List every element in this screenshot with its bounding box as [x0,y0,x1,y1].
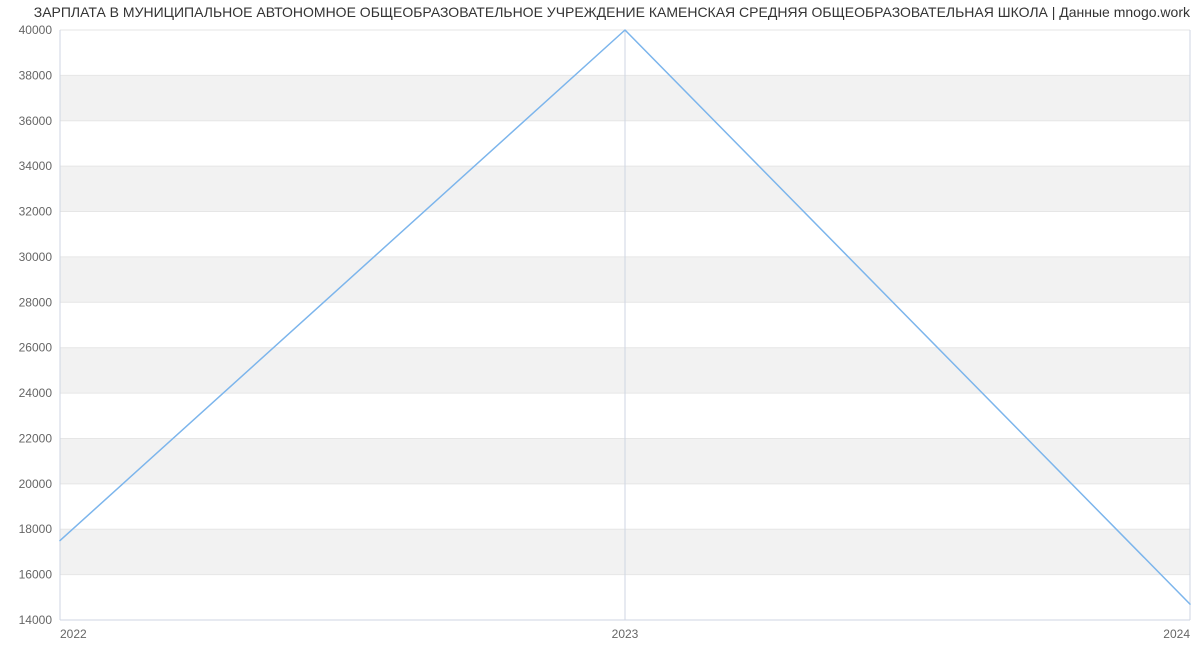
y-tick-label: 24000 [19,386,53,400]
y-tick-label: 16000 [19,568,53,582]
x-tick-label: 2024 [1163,627,1190,641]
y-tick-label: 32000 [19,205,53,219]
y-tick-label: 40000 [19,23,53,37]
chart-svg: 14000 16000 18000 20000 22000 24000 26000 28000… [0,0,1200,650]
y-tick-label: 36000 [19,114,53,128]
y-tick-label: 18000 [19,522,53,536]
y-tick-label: 14000 [19,613,53,627]
x-tick-label: 2022 [60,627,87,641]
y-tick-label: 34000 [19,159,53,173]
chart-container: ЗАРПЛАТА В МУНИЦИПАЛЬНОЕ АВТОНОМНОЕ ОБЩЕ… [0,0,1200,650]
x-tick-label: 2023 [612,627,639,641]
y-tick-label: 28000 [19,295,53,309]
y-tick-label: 22000 [19,431,53,445]
y-tick-label: 38000 [19,68,53,82]
y-tick-label: 30000 [19,250,53,264]
y-tick-label: 26000 [19,341,53,355]
y-tick-label: 20000 [19,477,53,491]
chart-title: ЗАРПЛАТА В МУНИЦИПАЛЬНОЕ АВТОНОМНОЕ ОБЩЕ… [10,4,1190,20]
